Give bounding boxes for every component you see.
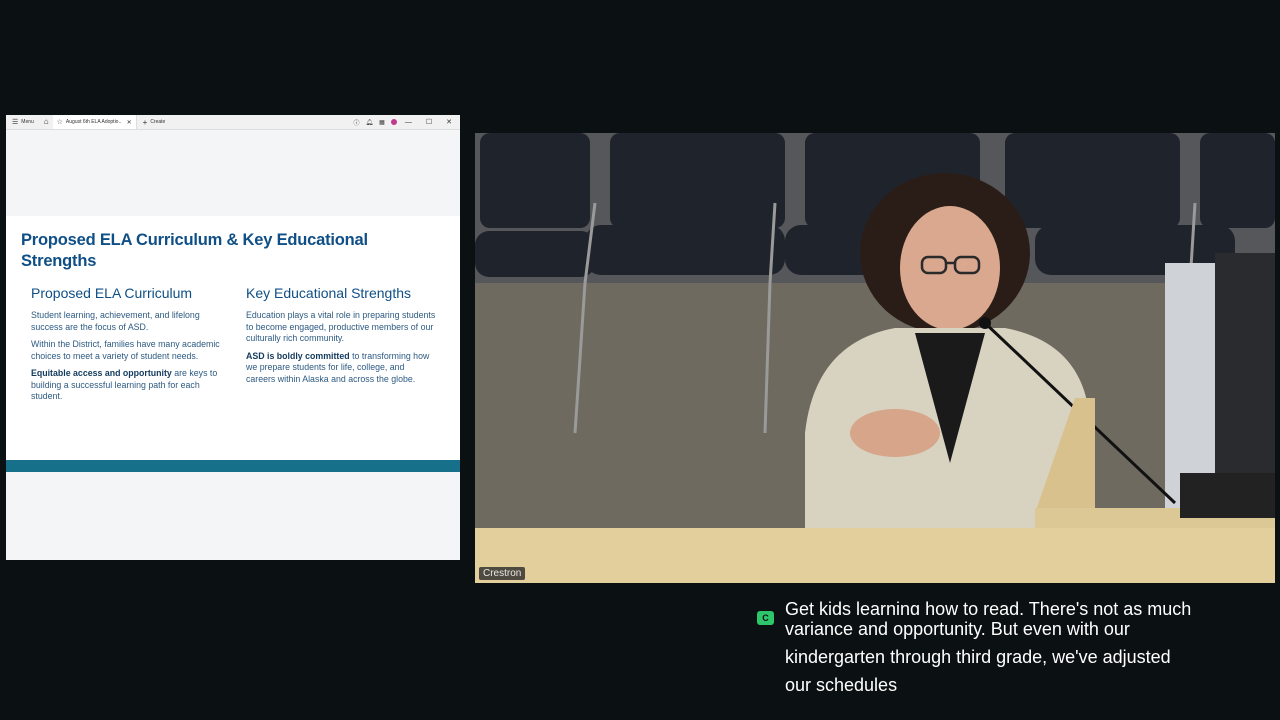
left-paragraph-3-bold: Equitable access and opportunity (31, 368, 172, 378)
slide-column-left: Proposed ELA Curriculum Student learning… (31, 284, 221, 409)
star-icon: ☆ (56, 119, 63, 126)
laptop (1180, 473, 1275, 518)
profile-avatar[interactable] (390, 119, 397, 125)
live-caption: C Get kids learning how to read. There's… (757, 599, 1237, 699)
left-heading: Proposed ELA Curriculum (31, 285, 193, 301)
browser-tools: ⓘ 🔔︎ ▦ (354, 118, 405, 127)
right-paragraph-2: ASD is boldly committed to transforming … (246, 351, 436, 386)
slide-accent-bar (6, 460, 460, 472)
new-tab-label: Create (150, 119, 166, 125)
maximize-icon[interactable]: ☐ (426, 118, 432, 126)
close-window-icon[interactable]: ✕ (446, 118, 452, 126)
browser-tab[interactable]: ☆ August 6th ELA Adoptio.. ✕ (52, 115, 137, 129)
camera-feed: Crestron (475, 133, 1275, 583)
person-right-vest (1215, 253, 1275, 483)
caption-line-1: variance and opportunity. But even with … (785, 619, 1130, 639)
desk (475, 528, 1275, 583)
tab-title: August 6th ELA Adoptio.. (65, 119, 122, 125)
left-paragraph-1: Student learning, achievement, and lifel… (31, 310, 200, 332)
new-tab-button[interactable]: + Create (137, 118, 172, 127)
left-paragraph-2: Within the District, families have many … (31, 339, 220, 361)
left-paragraph-3: Equitable access and opportunity are key… (31, 368, 221, 403)
plus-icon: + (142, 117, 148, 127)
info-icon[interactable]: ⓘ (354, 118, 360, 127)
caption-line-0: Get kids learning how to read. There's n… (785, 599, 1192, 615)
caption-speaker-badge: C (757, 611, 774, 625)
face (900, 206, 1000, 330)
caption-line-2: kindergarten through third grade, we've … (785, 647, 1171, 667)
camera-source-label: Crestron (479, 567, 526, 580)
tab-close-icon[interactable]: ✕ (127, 119, 132, 126)
right-paragraph-2-bold: ASD is boldly committed (246, 350, 350, 361)
window-controls: — ☐ ✕ (405, 118, 460, 127)
camera-scene (475, 133, 1275, 583)
menu-button[interactable]: ☰ Menu (6, 119, 40, 126)
screen-share-window: ☰ Menu ⌂ ☆ August 6th ELA Adoptio.. ✕ + … (6, 115, 460, 560)
slide-bottom-margin (6, 472, 460, 560)
slide-title: Proposed ELA Curriculum & Key Educationa… (21, 231, 368, 270)
slide-column-right: Key Educational Strengths Education play… (246, 284, 436, 391)
caption-lines: Get kids learning how to read. There's n… (785, 595, 1237, 699)
slide-top-margin (6, 130, 460, 216)
hand (850, 409, 940, 457)
presentation-slide: Proposed ELA Curriculum & Key Educationa… (6, 216, 460, 560)
mic-head (979, 317, 991, 329)
menu-label: Menu (21, 119, 34, 125)
home-icon[interactable]: ⌂ (40, 118, 53, 126)
browser-chrome: ☰ Menu ⌂ ☆ August 6th ELA Adoptio.. ✕ + … (6, 115, 460, 130)
right-paragraph-1: Education plays a vital role in preparin… (246, 310, 436, 343)
hamburger-icon: ☰ (12, 118, 19, 126)
right-heading: Key Educational Strengths (246, 285, 411, 301)
minimize-icon[interactable]: — (405, 119, 412, 126)
caption-line-3: our schedules (785, 675, 898, 695)
grid-icon[interactable]: ▦ (379, 119, 385, 126)
bell-icon[interactable]: 🔔︎ (366, 119, 374, 126)
